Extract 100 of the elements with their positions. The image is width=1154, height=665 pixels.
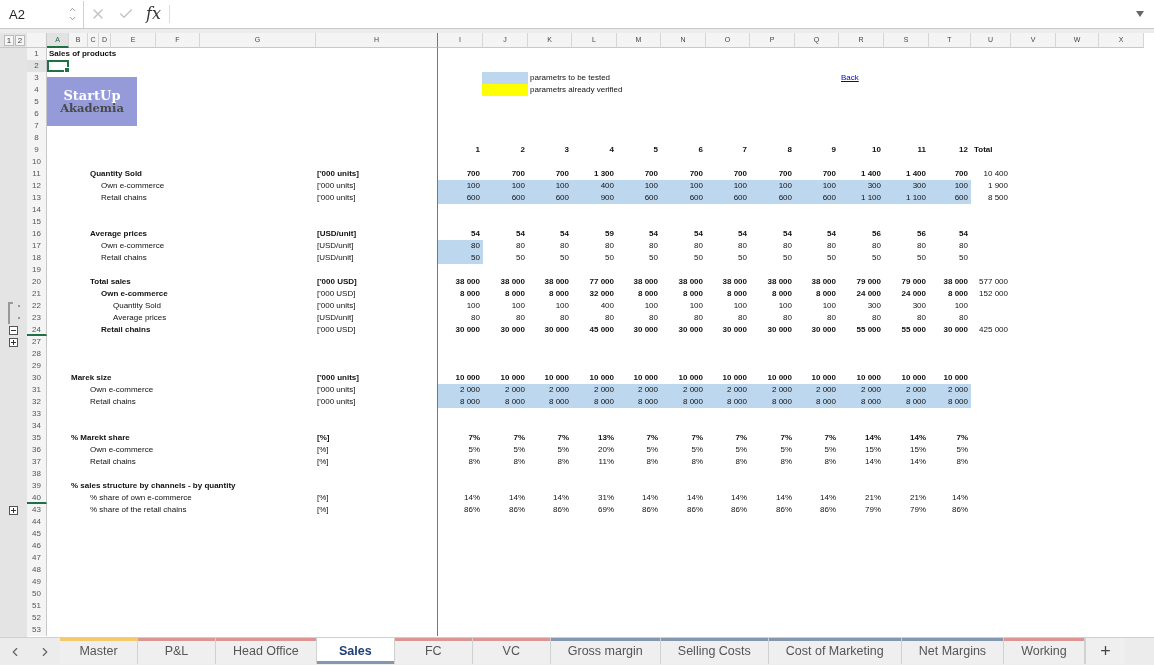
row-header[interactable]: 12 — [27, 180, 47, 192]
value-cell-text: 7% — [645, 432, 659, 444]
stepper-icon[interactable] — [68, 5, 77, 23]
outline-level-button[interactable]: 1 — [4, 34, 14, 46]
sheet-tab[interactable]: Gross margin — [550, 638, 661, 664]
sheet-tab[interactable]: Master — [60, 638, 138, 664]
row-header[interactable]: 38 — [27, 468, 47, 480]
value-cell-text: 5% — [556, 444, 570, 456]
row-header[interactable]: 31 — [27, 384, 47, 396]
row-header[interactable]: 53 — [27, 624, 47, 636]
value-cell-text: 80 — [693, 312, 704, 324]
sheet-tab[interactable]: Sales — [316, 638, 395, 664]
row-header[interactable]: 19 — [27, 264, 47, 276]
outline-level-button[interactable]: 2 — [15, 34, 25, 46]
selected-cell[interactable] — [47, 60, 69, 72]
row-header[interactable]: 52 — [27, 612, 47, 624]
row-header[interactable]: 2 — [27, 60, 47, 72]
row-header[interactable]: 45 — [27, 528, 47, 540]
row-header[interactable]: 6 — [27, 108, 47, 120]
sheet-tab[interactable]: Head Office — [216, 638, 317, 664]
logo-subtitle: Akademia — [60, 102, 124, 114]
row-label: % sales structure by channels - by quantity — [70, 480, 236, 492]
value-cell-text: 8% — [690, 456, 704, 468]
collapse-icon[interactable] — [9, 325, 18, 335]
value-cell-text: 50 — [559, 252, 570, 264]
row-header[interactable]: 21 — [27, 288, 47, 300]
row-header[interactable]: 13 — [27, 192, 47, 204]
row-header[interactable]: 16 — [27, 228, 47, 240]
value-cell-text: 5% — [734, 444, 748, 456]
value-cell: 600 — [795, 192, 839, 204]
row-header[interactable]: 32 — [27, 396, 47, 408]
name-box[interactable]: A2 — [0, 0, 84, 28]
sheet-tab[interactable]: Cost of Marketing — [768, 638, 902, 664]
row-header[interactable]: 49 — [27, 576, 47, 588]
sheet-tab[interactable]: VC — [472, 638, 551, 664]
row-header[interactable]: 5 — [27, 96, 47, 108]
row-header[interactable]: 28 — [27, 348, 47, 360]
sheet-tab[interactable]: P&L — [138, 638, 216, 664]
row-header[interactable]: 4 — [27, 84, 47, 96]
row-header[interactable]: 33 — [27, 408, 47, 420]
row-header[interactable]: 36 — [27, 444, 47, 456]
back-link[interactable]: Back — [839, 72, 859, 84]
row-header[interactable]: 22 — [27, 300, 47, 312]
row-header[interactable]: 1 — [27, 48, 47, 60]
value-cell: 50 — [438, 252, 483, 264]
value-cell-text: 700 — [510, 168, 526, 180]
row-header[interactable]: 46 — [27, 540, 47, 552]
function-button[interactable]: fx — [140, 5, 170, 23]
row-header[interactable]: 17 — [27, 240, 47, 252]
period-header: 6 — [697, 144, 704, 156]
row-header[interactable]: 24 — [27, 324, 47, 336]
row-header[interactable]: 50 — [27, 588, 47, 600]
row-header[interactable]: 27 — [27, 336, 47, 348]
value-cell-text: 100 — [732, 300, 748, 312]
row-header[interactable]: 48 — [27, 564, 47, 576]
row-header[interactable]: 8 — [27, 132, 47, 144]
period-header: 8 — [786, 144, 793, 156]
row-header[interactable]: 11 — [27, 168, 47, 180]
value-cell-text: 24 000 — [855, 288, 882, 300]
unit-label: [USD/unit] — [316, 240, 354, 252]
row-header[interactable]: 9 — [27, 144, 47, 156]
value-cell-text: 80 — [737, 240, 748, 252]
value-cell: 100 — [795, 180, 839, 192]
row-header[interactable]: 40 — [27, 492, 47, 504]
row-header[interactable]: 47 — [27, 552, 47, 564]
value-cell-text: 7% — [512, 432, 526, 444]
row-header[interactable]: 29 — [27, 360, 47, 372]
row-header[interactable]: 20 — [27, 276, 47, 288]
row-header[interactable]: 35 — [27, 432, 47, 444]
row-header[interactable]: 23 — [27, 312, 47, 324]
row-header[interactable]: 18 — [27, 252, 47, 264]
expand-icon[interactable] — [9, 337, 18, 347]
row-header[interactable]: 44 — [27, 516, 47, 528]
row-header[interactable]: 10 — [27, 156, 47, 168]
row-header[interactable]: 14 — [27, 204, 47, 216]
sheet-tab[interactable]: Working — [1004, 638, 1085, 664]
row-header[interactable]: 39 — [27, 480, 47, 492]
value-cell: 100 — [438, 180, 483, 192]
value-cell-text: 5% — [645, 444, 659, 456]
expand-icon[interactable] — [9, 505, 18, 515]
value-cell: 8 000 — [528, 396, 572, 408]
sheet-tab[interactable]: Selling Costs — [660, 638, 769, 664]
row-header[interactable]: 43 — [27, 504, 47, 516]
value-cell: 2 000 — [706, 384, 750, 396]
row-label: % share of own e-commerce — [89, 492, 192, 504]
value-cell-text: 1 400 — [859, 168, 882, 180]
row-header[interactable]: 37 — [27, 456, 47, 468]
sheet-tab[interactable]: Net Margins — [901, 638, 1005, 664]
value-cell-text: 10 000 — [855, 372, 882, 384]
value-cell-text: 10 000 — [810, 372, 837, 384]
sheet-tab[interactable]: FC — [394, 638, 473, 664]
value-cell-text: 38 000 — [543, 276, 570, 288]
row-header[interactable]: 3 — [27, 72, 47, 84]
row-header[interactable]: 51 — [27, 600, 47, 612]
unit-label: [USD/unit] — [316, 228, 357, 240]
row-header[interactable]: 15 — [27, 216, 47, 228]
row-header[interactable]: 34 — [27, 420, 47, 432]
row-header[interactable]: 30 — [27, 372, 47, 384]
row-header[interactable]: 7 — [27, 120, 47, 132]
logo-title: StartUp — [63, 89, 121, 102]
